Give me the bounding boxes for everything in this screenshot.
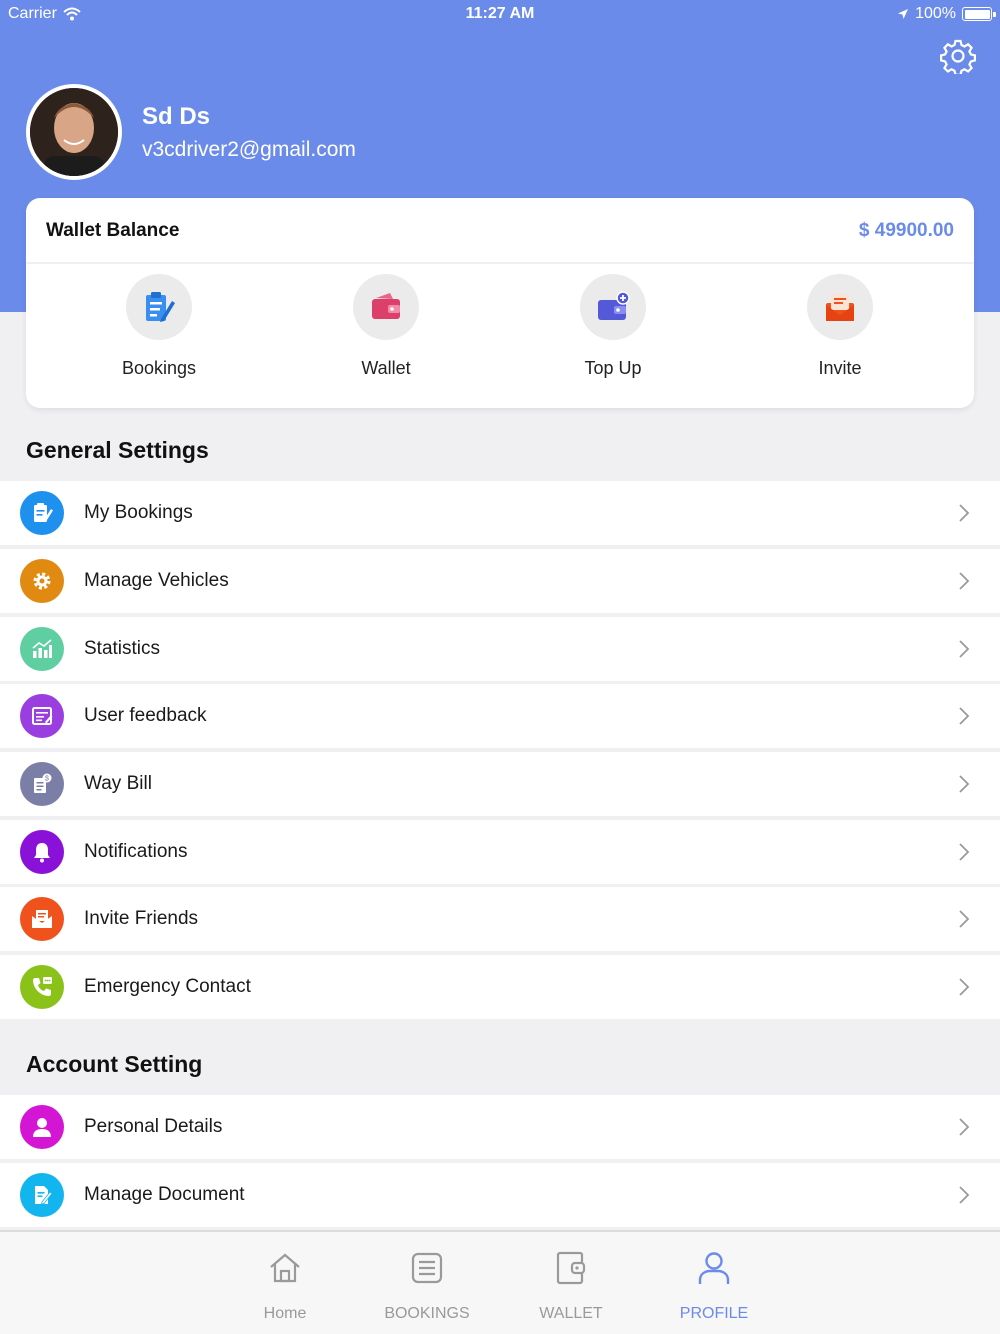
tab-profile[interactable]: PROFILE — [654, 1250, 774, 1323]
envelope-icon — [826, 294, 854, 321]
avatar[interactable] — [26, 84, 122, 180]
menu-icon-circle — [20, 1105, 64, 1149]
menu-icon-circle — [20, 627, 64, 671]
menu-item-emergency-contact[interactable]: Emergency Contact — [0, 955, 1000, 1019]
list-icon — [411, 1252, 443, 1284]
tab-label: BOOKINGS — [384, 1305, 470, 1322]
menu-item-label: Personal Details — [84, 1116, 223, 1137]
wallet-icon — [372, 293, 400, 319]
menu-item-label: Statistics — [84, 638, 161, 659]
menu-item-user-feedback[interactable]: User feedback — [0, 684, 1000, 748]
menu-icon-circle — [20, 897, 64, 941]
person-icon — [698, 1252, 730, 1284]
menu-item-label: Manage Vehicles — [84, 570, 229, 591]
document-edit-icon — [35, 1186, 53, 1205]
tab-bookings[interactable]: BOOKINGS — [367, 1250, 487, 1323]
wallet-button[interactable]: Wallet — [311, 274, 461, 379]
tab-label: PROFILE — [679, 1305, 749, 1322]
menu-item-manage-document[interactable]: Manage Document — [0, 1163, 1000, 1227]
menu-icon-circle — [20, 1173, 64, 1217]
gear-icon — [940, 39, 976, 76]
chevron-right-icon — [959, 572, 970, 590]
chevron-right-icon — [959, 910, 970, 928]
user-email: v3cdriver2@gmail.com — [142, 138, 356, 161]
user-name: Sd Ds — [142, 103, 211, 130]
tab-bar: Home BOOKINGS WALLET PROFILE — [0, 1230, 1000, 1334]
menu-icon-circle: $ — [20, 762, 64, 806]
menu-item-personal-details[interactable]: Personal Details — [0, 1095, 1000, 1159]
battery-icon — [962, 7, 996, 21]
phone-icon — [33, 977, 52, 996]
menu-item-statistics[interactable]: Statistics — [0, 617, 1000, 681]
menu-icon-circle — [20, 559, 64, 603]
gear-icon — [33, 572, 51, 590]
clipboard-edit-icon — [146, 292, 175, 322]
chevron-right-icon — [959, 640, 970, 658]
menu-item-manage-vehicles[interactable]: Manage Vehicles — [0, 549, 1000, 613]
general-settings-title: General Settings — [26, 437, 209, 463]
menu-item-way-bill[interactable]: $ Way Bill — [0, 752, 1000, 816]
profile-photo — [30, 88, 118, 176]
menu-item-notifications[interactable]: Notifications — [0, 820, 1000, 884]
tab-wallet[interactable]: WALLET — [511, 1250, 631, 1323]
chevron-right-icon — [959, 1118, 970, 1136]
menu-icon-circle — [20, 830, 64, 874]
bell-icon — [34, 843, 50, 863]
menu-item-my-bookings[interactable]: My Bookings — [0, 481, 1000, 545]
tab-label: WALLET — [539, 1305, 603, 1322]
divider — [26, 262, 974, 264]
wallet-balance-amount: $ 49900.00 — [858, 220, 954, 241]
wallet-card: Wallet Balance $ 49900.00 Bookings Walle… — [26, 198, 974, 408]
menu-item-label: User feedback — [84, 705, 207, 726]
chevron-right-icon — [959, 1186, 970, 1204]
menu-icon-circle — [20, 965, 64, 1009]
top-up-button[interactable]: Top Up — [538, 274, 688, 379]
settings-button[interactable] — [940, 38, 976, 76]
location-arrow-icon — [898, 9, 909, 19]
wallet-icon — [556, 1251, 586, 1285]
wallet-action-label: Wallet — [361, 358, 411, 378]
menu-item-label: Notifications — [84, 841, 188, 862]
menu-item-label: Manage Document — [84, 1184, 245, 1205]
status-time: 11:27 AM — [465, 5, 535, 22]
svg-text:$: $ — [45, 776, 49, 783]
envelope-icon — [32, 910, 52, 928]
menu-item-invite-friends[interactable]: Invite Friends — [0, 887, 1000, 951]
chevron-right-icon — [959, 504, 970, 522]
bill-icon: $ — [34, 773, 52, 793]
menu-icon-circle — [20, 694, 64, 738]
menu-item-label: My Bookings — [84, 502, 193, 523]
tab-home[interactable]: Home — [225, 1250, 345, 1323]
wallet-balance-label: Wallet Balance — [46, 220, 180, 241]
bookings-action-label: Bookings — [121, 358, 197, 378]
bookings-button[interactable]: Bookings — [84, 274, 234, 379]
menu-icon-circle — [20, 491, 64, 535]
account-setting-title: Account Setting — [26, 1051, 203, 1077]
wallet-add-icon — [598, 291, 630, 320]
top-up-action-label: Top Up — [584, 358, 642, 378]
invite-button[interactable]: Invite — [765, 274, 915, 379]
chevron-right-icon — [959, 775, 970, 793]
feedback-icon — [32, 707, 53, 725]
battery-percent: 100% — [915, 5, 956, 22]
tab-label: Home — [263, 1305, 307, 1322]
menu-item-label: Emergency Contact — [84, 976, 251, 997]
bar-chart-icon — [32, 639, 52, 658]
home-icon — [270, 1253, 300, 1283]
invite-action-label: Invite — [818, 358, 862, 378]
clipboard-edit-icon — [34, 503, 53, 522]
menu-item-label: Invite Friends — [84, 908, 199, 929]
chevron-right-icon — [959, 843, 970, 861]
status-bar: Carrier 11:27 AM 100% — [0, 0, 1000, 28]
chevron-right-icon — [959, 707, 970, 725]
person-icon — [33, 1118, 51, 1137]
chevron-right-icon — [959, 978, 970, 996]
menu-item-label: Way Bill — [84, 773, 152, 794]
